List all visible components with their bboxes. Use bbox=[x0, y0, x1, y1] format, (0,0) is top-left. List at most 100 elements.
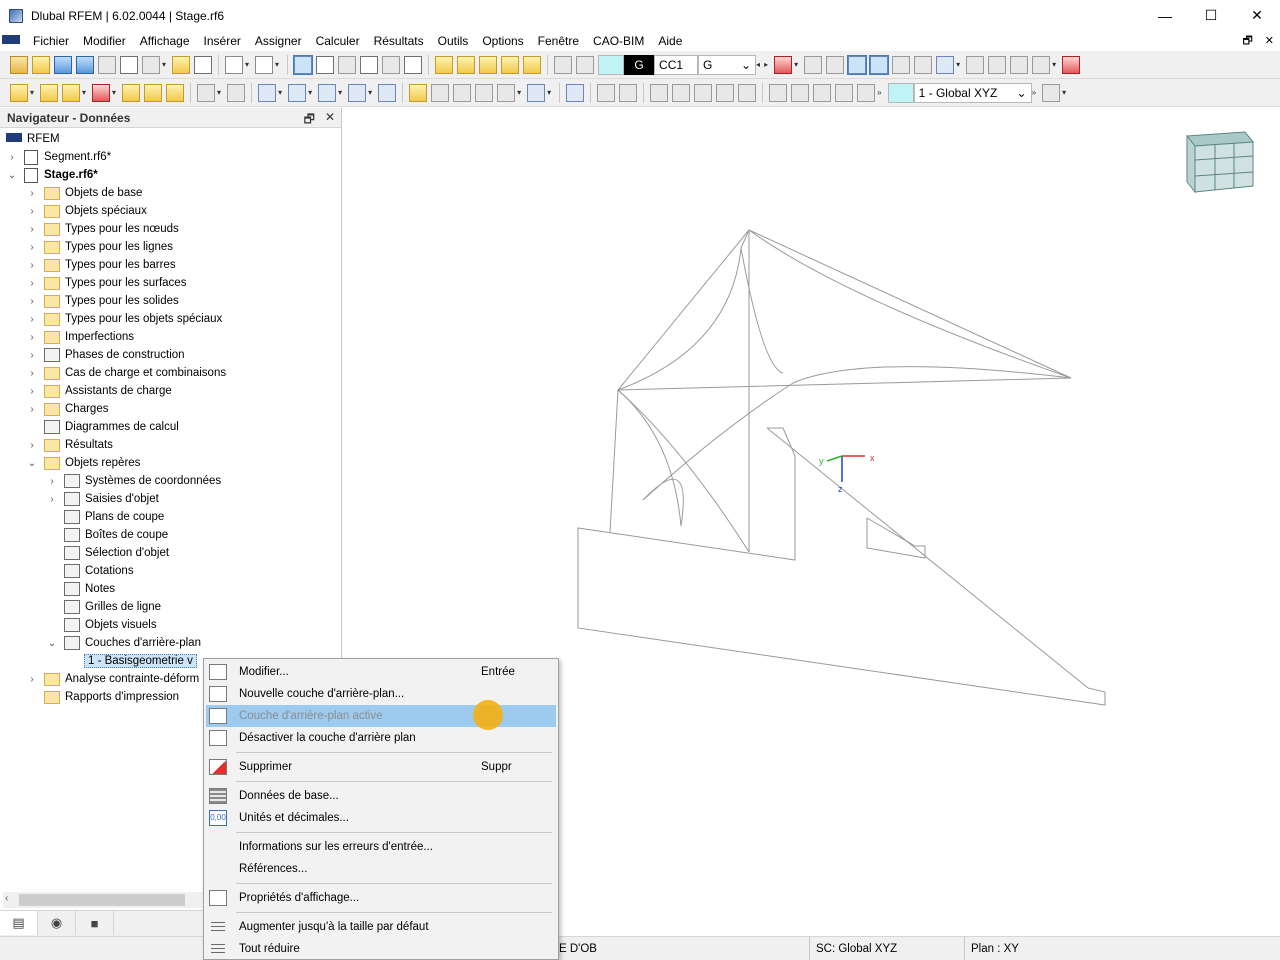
move-icon[interactable] bbox=[258, 84, 276, 102]
project-icon[interactable] bbox=[348, 84, 366, 102]
menu-calculer[interactable]: Calculer bbox=[309, 31, 367, 51]
cable-icon[interactable] bbox=[650, 84, 668, 102]
tree-item[interactable]: ›Systèmes de coordonnées bbox=[46, 472, 221, 490]
result-diagram-icon[interactable] bbox=[914, 56, 932, 74]
cube-icon[interactable] bbox=[694, 84, 712, 102]
extrude-icon[interactable] bbox=[475, 84, 493, 102]
context-menu-item[interactable]: Désactiver la couche d'arrière plan bbox=[206, 727, 556, 749]
chevron-down-icon[interactable]: ⌄ bbox=[46, 638, 58, 649]
tree-item[interactable]: Sélection d'objet bbox=[46, 544, 169, 562]
menu-fichier[interactable]: Fichier bbox=[26, 31, 76, 51]
redo-dropdown-icon[interactable]: ▾ bbox=[275, 60, 279, 69]
save-icon[interactable] bbox=[120, 56, 138, 74]
note-icon[interactable] bbox=[227, 84, 245, 102]
context-menu-item[interactable]: Références... bbox=[206, 858, 556, 880]
maximize-button[interactable]: ☐ bbox=[1188, 0, 1234, 31]
chevron-right-icon[interactable]: › bbox=[26, 386, 38, 397]
slope-icon[interactable] bbox=[738, 84, 756, 102]
grid-display-dropdown-icon[interactable]: ▾ bbox=[1052, 60, 1056, 69]
more-tools-icon[interactable]: » bbox=[1032, 88, 1036, 97]
divide-icon[interactable] bbox=[409, 84, 427, 102]
clear-results-icon[interactable] bbox=[1062, 56, 1080, 74]
context-menu-item[interactable]: SupprimerSuppr bbox=[206, 756, 556, 778]
tree-item[interactable]: ›Imperfections bbox=[26, 328, 134, 346]
chevron-right-icon[interactable]: › bbox=[46, 476, 58, 487]
project-dropdown-icon[interactable]: ▾ bbox=[368, 88, 372, 97]
align-horizontal-icon[interactable] bbox=[769, 84, 787, 102]
context-menu-item[interactable]: Propriétés d'affichage... bbox=[206, 887, 556, 909]
tree-item[interactable]: ›Analyse contrainte-déform bbox=[26, 670, 199, 688]
tree-item[interactable]: ›Types pour les solides bbox=[26, 292, 179, 310]
print-dropdown-icon[interactable]: ▾ bbox=[162, 60, 166, 69]
video-tab-icon[interactable]: ■ bbox=[76, 911, 114, 935]
menu-options[interactable]: Options bbox=[475, 31, 530, 51]
dimension-icon[interactable] bbox=[197, 84, 215, 102]
menu-aide[interactable]: Aide bbox=[651, 31, 689, 51]
more-tools-icon[interactable]: » bbox=[877, 88, 881, 97]
data-tab-icon[interactable]: ▤ bbox=[0, 911, 38, 935]
animation-icon[interactable] bbox=[1010, 56, 1028, 74]
tree-item[interactable]: ›Types pour les nœuds bbox=[26, 220, 179, 238]
menu-affichage[interactable]: Affichage bbox=[133, 31, 197, 51]
load-case-code[interactable]: G bbox=[624, 55, 654, 75]
chevron-right-icon[interactable]: › bbox=[26, 368, 38, 379]
snap-object-icon[interactable] bbox=[457, 56, 475, 74]
align-center-icon[interactable] bbox=[813, 84, 831, 102]
scroll-thumb[interactable] bbox=[19, 894, 185, 906]
menu-outils[interactable]: Outils bbox=[431, 31, 476, 51]
undo-dropdown-icon[interactable]: ▾ bbox=[245, 60, 249, 69]
chevron-down-icon[interactable]: ⌄ bbox=[26, 458, 38, 469]
load-case-combo[interactable]: G⌄ bbox=[698, 55, 756, 75]
view-options-icon[interactable] bbox=[1042, 84, 1060, 102]
support-results-icon[interactable] bbox=[966, 56, 984, 74]
view-cube[interactable] bbox=[1187, 132, 1253, 192]
mirror-dropdown-icon[interactable]: ▾ bbox=[338, 88, 342, 97]
console-icon[interactable] bbox=[360, 56, 378, 74]
tree-item[interactable]: Cotations bbox=[46, 562, 134, 580]
dimension-dropdown-icon[interactable]: ▾ bbox=[217, 88, 221, 97]
tree-item[interactable]: ›Types pour les objets spéciaux bbox=[26, 310, 222, 328]
tree-item[interactable]: Rapports d'impression bbox=[26, 688, 179, 706]
model-view-icon[interactable] bbox=[936, 56, 954, 74]
filter-dropdown-icon[interactable]: ▾ bbox=[794, 60, 798, 69]
filter-icon[interactable] bbox=[774, 56, 792, 74]
cloud-icon[interactable] bbox=[76, 56, 94, 74]
snap-line-icon[interactable] bbox=[501, 56, 519, 74]
align-middle-icon[interactable] bbox=[791, 84, 809, 102]
xxx-values-icon[interactable] bbox=[988, 56, 1006, 74]
result-section-icon[interactable] bbox=[892, 56, 910, 74]
model-info-icon[interactable] bbox=[98, 56, 116, 74]
report-icon[interactable] bbox=[172, 56, 190, 74]
mirror-icon[interactable] bbox=[318, 84, 336, 102]
context-menu-item[interactable]: Modifier...Entrée bbox=[206, 661, 556, 683]
scroll-left-icon[interactable]: ‹ bbox=[5, 893, 8, 904]
new-model-icon[interactable] bbox=[10, 56, 28, 74]
tree-item[interactable]: Objets visuels bbox=[46, 616, 157, 634]
snap-guide-icon[interactable] bbox=[523, 56, 541, 74]
tree-item[interactable]: ›Phases de construction bbox=[26, 346, 185, 364]
tree-item[interactable]: ›Résultats bbox=[26, 436, 113, 454]
context-menu-item[interactable]: Informations sur les erreurs d'entrée... bbox=[206, 836, 556, 858]
table-icon[interactable] bbox=[316, 56, 334, 74]
solid-icon[interactable] bbox=[619, 84, 637, 102]
open-model-icon[interactable] bbox=[32, 56, 50, 74]
align-vertical-icon[interactable] bbox=[835, 84, 853, 102]
print-report-icon[interactable] bbox=[194, 56, 212, 74]
status-coord-system[interactable]: SC: Global XYZ bbox=[809, 937, 964, 960]
properties-icon[interactable] bbox=[338, 56, 356, 74]
chevron-right-icon[interactable]: › bbox=[26, 224, 38, 235]
chevron-right-icon[interactable]: › bbox=[6, 152, 18, 163]
navigator-toggle-icon[interactable] bbox=[294, 56, 312, 74]
menu-modifier[interactable]: Modifier bbox=[76, 31, 133, 51]
deformation-icon[interactable] bbox=[848, 56, 866, 74]
surface-dropdown-icon[interactable]: ▾ bbox=[112, 88, 116, 97]
load-case-name[interactable]: CC1 bbox=[654, 55, 698, 75]
tree-item[interactable]: ›Saisies d'objet bbox=[46, 490, 159, 508]
mdi-restore-button[interactable]: 🗗 bbox=[1242, 31, 1252, 51]
surface-icon[interactable] bbox=[92, 84, 110, 102]
result-values-icon[interactable] bbox=[804, 56, 822, 74]
script-icon[interactable] bbox=[382, 56, 400, 74]
tree-item[interactable]: Boîtes de coupe bbox=[46, 526, 168, 544]
coordinate-dropdown-icon[interactable]: ▾ bbox=[517, 88, 521, 97]
tree-root[interactable]: RFEM bbox=[6, 130, 60, 148]
